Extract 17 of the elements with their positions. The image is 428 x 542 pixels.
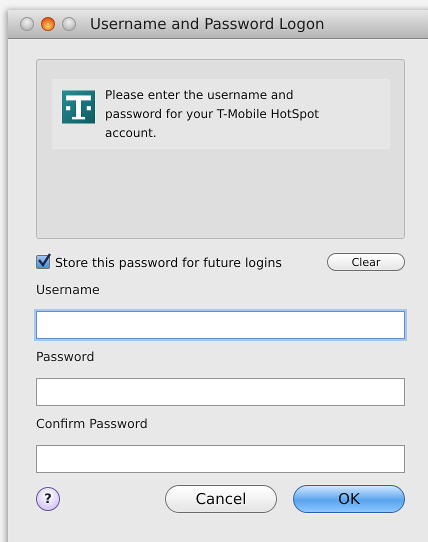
- minimize-button[interactable]: [41, 17, 55, 31]
- help-button[interactable]: ?: [36, 487, 60, 511]
- field-label: Confirm Password: [36, 416, 149, 433]
- window-title: Username and Password Logon: [90, 15, 325, 33]
- input-field[interactable]: [36, 378, 405, 406]
- store-password-checkbox[interactable]: Store this password for future logins: [36, 254, 282, 270]
- checkmark-icon: [37, 253, 51, 267]
- cancel-button[interactable]: Cancel: [165, 485, 277, 513]
- clear-button[interactable]: Clear: [327, 253, 405, 271]
- ok-button[interactable]: OK: [293, 485, 405, 513]
- close-button[interactable]: [20, 17, 34, 31]
- field-label: Username: [36, 282, 101, 299]
- info-message: Please enter the username and password for your T-Mobile HotSpot account.: [105, 87, 320, 142]
- zoom-button[interactable]: [62, 17, 76, 31]
- input-field[interactable]: [36, 445, 405, 473]
- input-field[interactable]: [36, 311, 405, 339]
- field-label: Password: [36, 349, 96, 366]
